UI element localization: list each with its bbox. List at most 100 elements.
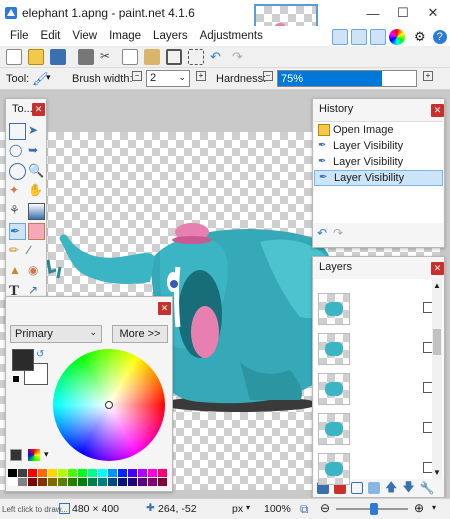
brush-width-increase-button[interactable]: + <box>196 71 206 81</box>
palette-swatch[interactable] <box>48 469 57 477</box>
menu-layers[interactable]: Layers <box>147 30 194 42</box>
palette-swatch[interactable] <box>58 469 67 477</box>
deselect-icon[interactable] <box>188 49 204 65</box>
minimize-button[interactable]: — <box>358 0 388 26</box>
color-wheel[interactable] <box>53 349 165 461</box>
cut-icon[interactable]: ✂ <box>100 49 116 65</box>
palette-swatch[interactable] <box>138 469 147 477</box>
layers-panel-close-button[interactable]: ✕ <box>431 262 444 275</box>
layer-row[interactable] <box>316 449 440 489</box>
palette-swatch[interactable] <box>18 478 27 486</box>
palette-swatch[interactable] <box>158 469 167 477</box>
layer-row[interactable] <box>316 289 440 329</box>
color-wheel-cursor[interactable] <box>105 401 113 409</box>
hardness-slider[interactable]: 75% <box>277 70 417 87</box>
eraser-icon[interactable] <box>28 223 45 240</box>
palette-swatch[interactable] <box>108 469 117 477</box>
ellipse-select-icon[interactable] <box>9 163 26 180</box>
lasso-select-icon[interactable]: ◯ <box>9 143 26 160</box>
menu-image[interactable]: Image <box>103 30 147 42</box>
history-item-selected[interactable]: ✒ Layer Visibility <box>314 170 443 186</box>
palette-options-icon[interactable] <box>28 449 40 461</box>
palette-swatch[interactable] <box>118 478 127 486</box>
menu-adjustments[interactable]: Adjustments <box>194 30 269 42</box>
paint-bucket-icon[interactable]: ⚘ <box>9 203 26 220</box>
palette-swatch[interactable] <box>38 469 47 477</box>
gear-icon[interactable]: ⚙ <box>414 29 426 45</box>
chevron-down-icon[interactable]: ▾ <box>44 449 49 460</box>
palette-menu-icon[interactable] <box>10 449 22 461</box>
open-icon[interactable] <box>28 49 44 65</box>
new-image-icon[interactable] <box>6 49 22 65</box>
menu-edit[interactable]: Edit <box>35 30 67 42</box>
color-mode-select[interactable]: Primary ⌄ <box>10 325 102 343</box>
palette-swatch[interactable] <box>28 478 37 486</box>
palette-swatch[interactable] <box>138 478 147 486</box>
pan-icon[interactable]: ✋ <box>28 183 45 200</box>
undo-icon[interactable]: ↶ <box>317 226 327 240</box>
palette-swatch[interactable] <box>48 478 57 486</box>
chevron-down-icon[interactable]: ▾ <box>432 503 436 512</box>
palette-swatch[interactable] <box>68 469 77 477</box>
more-colors-button[interactable]: More >> <box>112 325 168 343</box>
palette-swatch[interactable] <box>68 478 77 486</box>
menu-view[interactable]: View <box>66 30 103 42</box>
layer-row[interactable] <box>316 369 440 409</box>
crop-icon[interactable] <box>166 49 182 65</box>
palette-swatch[interactable] <box>98 478 107 486</box>
undo-icon[interactable]: ↶ <box>210 49 226 65</box>
palette-swatch[interactable] <box>88 469 97 477</box>
zoom-slider[interactable] <box>336 503 408 515</box>
redo-icon[interactable]: ↷ <box>232 49 248 65</box>
layer-row[interactable] <box>316 409 440 449</box>
zoom-icon[interactable]: 🔍 <box>28 163 45 180</box>
palette-swatch[interactable] <box>128 478 137 486</box>
palette-swatch[interactable] <box>128 469 137 477</box>
colors-toggle-icon[interactable] <box>389 29 405 45</box>
tools-panel-close-button[interactable]: ✕ <box>32 103 45 116</box>
recolor-icon[interactable]: ◉ <box>28 263 45 280</box>
palette-swatch[interactable] <box>148 469 157 477</box>
rectangle-select-icon[interactable] <box>9 123 26 140</box>
palette-swatch[interactable] <box>78 469 87 477</box>
layers-scrollbar[interactable]: ▲ ▼ <box>432 279 442 479</box>
print-icon[interactable] <box>78 49 94 65</box>
brush-width-input[interactable]: 2 ⌄ <box>146 70 190 87</box>
history-item[interactable]: Open Image <box>314 122 443 138</box>
palette-swatch[interactable] <box>8 469 17 477</box>
paste-icon[interactable] <box>144 49 160 65</box>
move-selected-icon[interactable]: ➤ <box>28 123 45 140</box>
close-button[interactable]: ✕ <box>418 0 448 26</box>
brush-width-decrease-button[interactable]: − <box>132 71 142 81</box>
history-item[interactable]: ✒ Layer Visibility <box>314 138 443 154</box>
zoom-slider-thumb[interactable] <box>370 503 378 515</box>
palette-swatch[interactable] <box>108 478 117 486</box>
palette-swatch[interactable] <box>18 469 27 477</box>
magic-wand-icon[interactable]: ✦ <box>9 183 26 200</box>
chevron-down-icon[interactable]: ▾ <box>246 503 250 512</box>
redo-icon[interactable]: ↷ <box>333 226 343 240</box>
history-item[interactable]: ✒ Layer Visibility <box>314 154 443 170</box>
move-selection-icon[interactable]: ➥ <box>28 143 45 160</box>
maximize-button[interactable]: ☐ <box>388 0 418 26</box>
pencil-icon[interactable]: ✏ <box>9 243 26 260</box>
palette-swatch[interactable] <box>28 469 37 477</box>
help-icon[interactable]: ? <box>432 30 447 44</box>
colors-panel-close-button[interactable]: ✕ <box>158 302 171 315</box>
palette-swatch[interactable] <box>88 478 97 486</box>
tools-toggle-icon[interactable] <box>332 29 348 45</box>
save-icon[interactable] <box>50 49 66 65</box>
palette-swatch[interactable] <box>118 469 127 477</box>
palette-swatch[interactable] <box>8 478 17 486</box>
paintbrush-icon[interactable]: ✒ <box>9 223 26 240</box>
hardness-increase-button[interactable]: + <box>423 71 433 81</box>
swap-colors-icon[interactable]: ↺ <box>36 349 44 360</box>
unit-select[interactable]: px <box>232 503 243 515</box>
scroll-down-icon[interactable]: ▼ <box>432 468 442 477</box>
palette-swatch[interactable] <box>148 478 157 486</box>
reset-colors-icon[interactable] <box>12 375 20 383</box>
palette-swatch[interactable] <box>98 469 107 477</box>
palette-swatch[interactable] <box>78 478 87 486</box>
color-picker-icon[interactable]: ∕ <box>28 243 45 260</box>
hardness-decrease-button[interactable]: − <box>263 71 273 81</box>
